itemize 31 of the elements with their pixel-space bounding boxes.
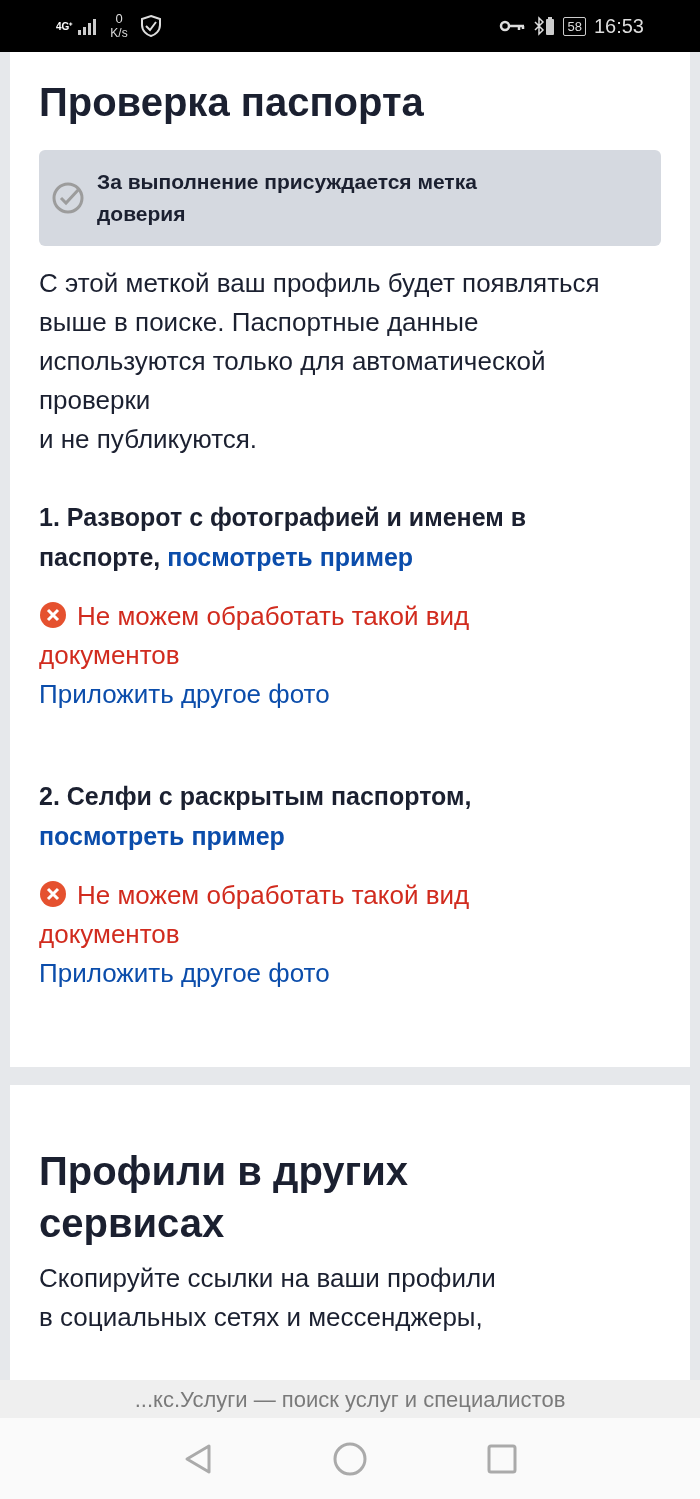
description-text: Скопируйте ссылки на ваши профили (39, 1262, 497, 1295)
recents-icon[interactable] (487, 1443, 517, 1474)
speed-value: 0 (115, 12, 123, 26)
description-text: в социальных сетях и мессенджеры, (39, 1301, 484, 1334)
home-icon[interactable] (333, 1441, 367, 1476)
shield-icon (139, 14, 162, 38)
error-icon (39, 880, 67, 908)
battery-indicator: 58 (563, 16, 586, 36)
back-icon[interactable] (183, 1442, 213, 1475)
bluetooth-icon (533, 16, 546, 36)
signal-icon (76, 17, 99, 35)
error-icon (39, 601, 67, 629)
attach-photo-link[interactable]: Приложить другое фото (39, 954, 330, 993)
key-icon (499, 19, 526, 33)
section-title: Проверка паспорта (39, 79, 425, 126)
battery-small-icon (545, 16, 556, 36)
example-link[interactable]: посмотреть пример (39, 822, 285, 850)
check-circle-icon (51, 181, 85, 215)
step-title: 1. Разворот с фотографией и именем в паспорте, посмотреть пример (39, 502, 528, 573)
description-text: и не публикуются. (39, 423, 259, 456)
section-title: Профили в других сервисах (39, 1148, 410, 1247)
page-title-bar: ...кс.Услуги — поиск услуг и специалистов (0, 1380, 700, 1418)
notice-text: За выполнение присуждается метка доверия (97, 169, 477, 227)
speed-unit: K/s (110, 26, 128, 40)
example-link[interactable]: посмотреть пример (167, 543, 414, 571)
error-message: Не можем обработать такой вид документов (39, 879, 471, 951)
status-time: 16:53 (593, 14, 644, 39)
network-label: 4G⁺ (56, 19, 73, 34)
attach-photo-link[interactable]: Приложить другое фото (39, 675, 330, 714)
step-title: 2. Селфи с раскрытым паспортом, посмотреть пример (39, 781, 473, 852)
error-message: Не можем обработать такой вид документов (39, 600, 471, 672)
